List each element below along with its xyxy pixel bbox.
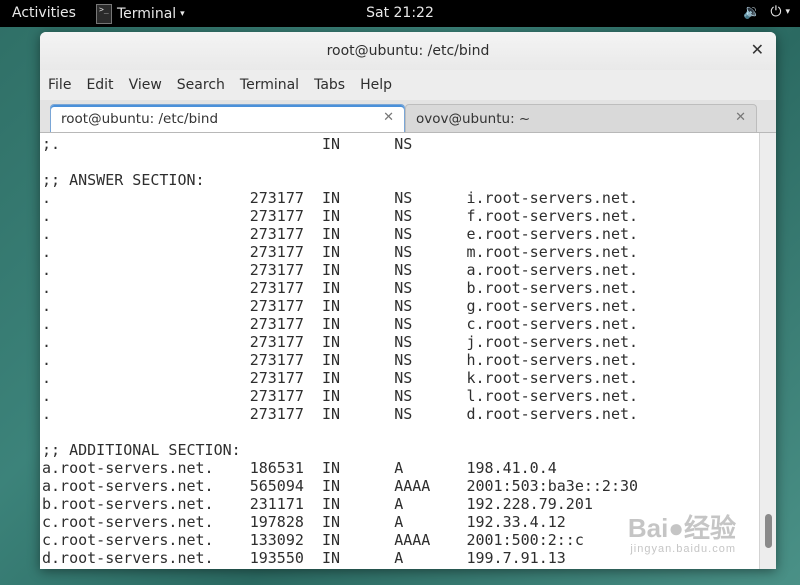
terminal-line: . 273177 IN NS g.root-servers.net.: [42, 297, 639, 315]
terminal-line: a.root-servers.net. 186531 IN A 198.41.0…: [42, 459, 557, 477]
terminal-line: ;; ADDITIONAL SECTION:: [42, 441, 241, 459]
terminal-line: . 273177 IN NS m.root-servers.net.: [42, 243, 639, 261]
activities-button[interactable]: Activities: [12, 5, 76, 21]
terminal-area[interactable]: ;. IN NS;; ANSWER SECTION:. 273177 IN NS…: [40, 133, 776, 569]
terminal-line: . 273177 IN NS a.root-servers.net.: [42, 261, 639, 279]
app-menu-label: Terminal: [117, 5, 177, 22]
terminal-window: root@ubuntu: /etc/bind ✕ File Edit View …: [40, 32, 776, 569]
terminal-app-icon: >_: [96, 3, 112, 24]
power-icon[interactable]: ⏻: [770, 4, 781, 20]
terminal-line: . 273177 IN NS c.root-servers.net.: [42, 315, 639, 333]
watermark-logo: Bai●经验 jingyan.baidu.com: [628, 508, 736, 555]
tab-bar: root@ubuntu: /etc/bind ✕ ovov@ubuntu: ~ …: [40, 100, 776, 133]
chevron-down-icon: ▾: [180, 8, 185, 19]
volume-icon[interactable]: 🔉: [743, 4, 760, 20]
close-icon[interactable]: ✕: [383, 110, 394, 125]
terminal-output[interactable]: ;. IN NS;; ANSWER SECTION:. 273177 IN NS…: [42, 135, 757, 567]
system-tray[interactable]: 🔉 ⏻ ▾: [743, 4, 790, 20]
menu-help[interactable]: Help: [360, 77, 392, 93]
menu-bar: File Edit View Search Terminal Tabs Help: [40, 70, 776, 100]
title-bar[interactable]: root@ubuntu: /etc/bind ✕: [40, 32, 776, 70]
watermark-url: jingyan.baidu.com: [630, 543, 736, 555]
menu-search[interactable]: Search: [177, 77, 225, 93]
window-title: root@ubuntu: /etc/bind: [326, 43, 490, 59]
terminal-line: . 273177 IN NS h.root-servers.net.: [42, 351, 639, 369]
tab-label: ovov@ubuntu: ~: [416, 111, 531, 127]
tab-label: root@ubuntu: /etc/bind: [61, 111, 219, 127]
watermark-text: Bai●经验: [627, 513, 736, 543]
menu-terminal[interactable]: Terminal: [240, 77, 299, 93]
tab-ovov-home[interactable]: ovov@ubuntu: ~ ✕: [405, 104, 757, 132]
terminal-line: . 273177 IN NS j.root-servers.net.: [42, 333, 639, 351]
terminal-line: . 273177 IN NS e.root-servers.net.: [42, 225, 639, 243]
top-bar: Activities >_ Terminal ▾ Sat 21:22 🔉 ⏻ ▾: [0, 0, 800, 27]
terminal-line: . 273177 IN NS f.root-servers.net.: [42, 207, 639, 225]
terminal-line: ;; ANSWER SECTION:: [42, 171, 205, 189]
terminal-line: . 273177 IN NS d.root-servers.net.: [42, 405, 639, 423]
app-menu[interactable]: >_ Terminal ▾: [96, 0, 185, 27]
terminal-line: . 273177 IN NS i.root-servers.net.: [42, 189, 639, 207]
terminal-line: . 273177 IN NS l.root-servers.net.: [42, 387, 639, 405]
menu-edit[interactable]: Edit: [86, 77, 113, 93]
terminal-line: . 273177 IN NS b.root-servers.net.: [42, 279, 639, 297]
tab-root-etc-bind[interactable]: root@ubuntu: /etc/bind ✕: [50, 104, 405, 132]
menu-file[interactable]: File: [48, 77, 71, 93]
close-icon[interactable]: ✕: [735, 110, 746, 125]
scrollbar[interactable]: [759, 133, 776, 569]
chevron-down-icon: ▾: [785, 7, 790, 17]
menu-tabs[interactable]: Tabs: [314, 77, 345, 93]
terminal-line: ;. IN NS: [42, 135, 413, 153]
menu-view[interactable]: View: [129, 77, 162, 93]
close-icon[interactable]: ✕: [751, 40, 764, 59]
terminal-line: a.root-servers.net. 565094 IN AAAA 2001:…: [42, 477, 639, 495]
scrollbar-thumb[interactable]: [765, 514, 772, 548]
terminal-line: . 273177 IN NS k.root-servers.net.: [42, 369, 639, 387]
